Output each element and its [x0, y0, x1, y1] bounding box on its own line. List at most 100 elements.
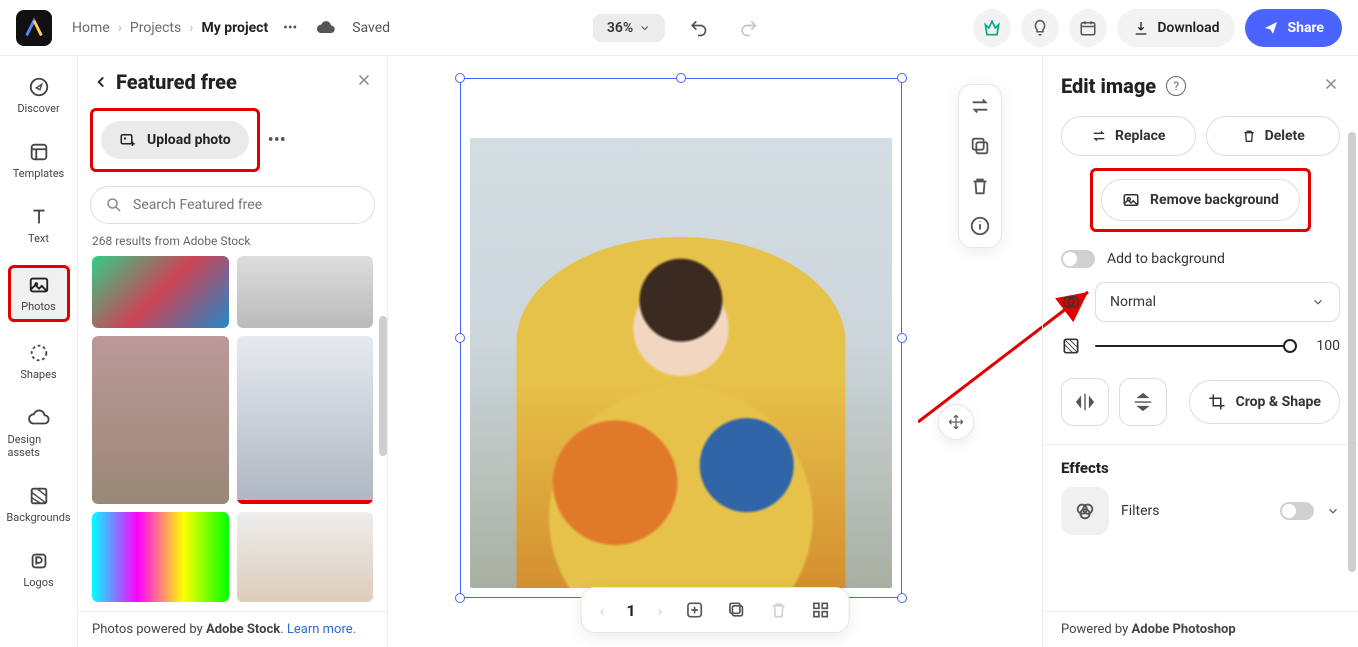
- duplicate-page-icon[interactable]: [726, 600, 746, 620]
- rail-label: Templates: [13, 167, 64, 180]
- flip-horizontal-button[interactable]: [1061, 378, 1109, 426]
- rail-label: Logos: [23, 576, 53, 589]
- zoom-value: 36%: [607, 20, 633, 36]
- topbar: Home › Projects › My project ••• Saved 3…: [0, 0, 1358, 56]
- more-icon[interactable]: •••: [276, 14, 304, 42]
- move-handle[interactable]: [938, 404, 974, 440]
- replace-button[interactable]: Replace: [1061, 116, 1196, 156]
- calendar-icon[interactable]: [1069, 9, 1107, 47]
- canvas[interactable]: ‹ 1 ›: [388, 56, 1042, 647]
- resize-handle[interactable]: [455, 593, 465, 603]
- edit-footer: Powered by Adobe Photoshop: [1043, 611, 1358, 647]
- breadcrumb-home[interactable]: Home: [72, 20, 110, 36]
- opacity-slider[interactable]: [1095, 345, 1290, 347]
- undo-button[interactable]: [683, 12, 715, 44]
- image-icon: [1122, 191, 1140, 209]
- left-rail: Discover Templates Text Photos Shapes De…: [0, 56, 78, 647]
- more-icon[interactable]: •••: [268, 130, 286, 151]
- scrollbar[interactable]: [379, 316, 387, 456]
- rail-label: Text: [28, 232, 49, 245]
- search-input[interactable]: [133, 197, 360, 213]
- delete-page-icon[interactable]: [768, 600, 788, 620]
- rail-design-assets[interactable]: Design assets: [8, 401, 70, 465]
- breadcrumb-current[interactable]: My project: [201, 20, 268, 36]
- grid-view-icon[interactable]: [810, 600, 830, 620]
- filters-icon[interactable]: [1061, 487, 1109, 535]
- rail-templates[interactable]: Templates: [8, 135, 70, 186]
- stock-thumb[interactable]: [237, 256, 374, 328]
- filters-toggle[interactable]: [1280, 502, 1314, 520]
- rail-discover[interactable]: Discover: [8, 70, 70, 121]
- cloud-saved-icon: [312, 14, 340, 42]
- zoom-select[interactable]: 36%: [593, 14, 665, 42]
- rail-text[interactable]: Text: [8, 200, 70, 251]
- resize-handle[interactable]: [897, 73, 907, 83]
- redo-button[interactable]: [733, 12, 765, 44]
- learn-more-link[interactable]: Learn more.: [287, 622, 356, 637]
- resize-handle[interactable]: [455, 333, 465, 343]
- chevron-right-icon: ›: [189, 20, 193, 36]
- close-icon[interactable]: [1322, 75, 1340, 97]
- remove-bg-annotation: Remove background: [1090, 168, 1311, 232]
- blend-mode-select[interactable]: Normal: [1095, 282, 1340, 322]
- selection-frame[interactable]: [460, 78, 902, 598]
- slider-knob[interactable]: [1283, 339, 1297, 353]
- duplicate-icon[interactable]: [969, 135, 991, 157]
- footer-text: Powered by: [1061, 622, 1132, 637]
- search-input-wrap[interactable]: [90, 186, 375, 224]
- rail-backgrounds[interactable]: Backgrounds: [8, 479, 70, 530]
- add-to-background-toggle[interactable]: [1061, 250, 1095, 268]
- resize-handle[interactable]: [897, 333, 907, 343]
- flip-vertical-button[interactable]: [1119, 378, 1167, 426]
- chevron-left-icon[interactable]: [92, 73, 110, 91]
- upload-photo-icon: [119, 131, 137, 149]
- page-number: 1: [626, 601, 635, 620]
- info-icon[interactable]: [969, 215, 991, 237]
- stock-thumb[interactable]: [92, 256, 229, 328]
- resize-handle[interactable]: [455, 73, 465, 83]
- rail-label: Discover: [17, 102, 59, 115]
- crop-label: Crop & Shape: [1236, 394, 1321, 410]
- chevron-down-icon[interactable]: [1326, 504, 1340, 518]
- premium-icon[interactable]: [973, 9, 1011, 47]
- download-icon: [1133, 20, 1149, 36]
- stock-thumb[interactable]: [237, 512, 374, 602]
- chevron-down-icon: [639, 22, 651, 34]
- chevron-down-icon: [1311, 295, 1325, 309]
- resize-handle[interactable]: [897, 593, 907, 603]
- add-page-icon[interactable]: [684, 600, 704, 620]
- artboard-image[interactable]: [470, 138, 892, 588]
- crop-shape-button[interactable]: Crop & Shape: [1189, 380, 1340, 424]
- stock-thumb[interactable]: [237, 336, 374, 504]
- download-label: Download: [1157, 20, 1219, 36]
- photo-grid: [78, 256, 387, 611]
- stock-thumb[interactable]: [92, 336, 229, 504]
- edit-body: Replace Delete Remove background Add to …: [1043, 106, 1358, 611]
- help-icon[interactable]: ?: [1166, 76, 1186, 96]
- upload-photo-button[interactable]: Upload photo: [101, 121, 249, 159]
- share-button[interactable]: Share: [1245, 9, 1342, 47]
- close-icon[interactable]: [355, 71, 373, 93]
- rail-label: Design assets: [8, 433, 70, 459]
- stock-thumb[interactable]: [92, 512, 229, 602]
- lightbulb-icon[interactable]: [1021, 9, 1059, 47]
- rail-shapes[interactable]: Shapes: [8, 336, 70, 387]
- context-toolbar: [958, 84, 1002, 248]
- rail-photos[interactable]: Photos: [8, 265, 70, 322]
- remove-background-button[interactable]: Remove background: [1101, 179, 1300, 221]
- breadcrumb-projects[interactable]: Projects: [130, 20, 181, 36]
- resize-handle[interactable]: [676, 73, 686, 83]
- prev-page-button[interactable]: ‹: [600, 601, 605, 620]
- scrollbar[interactable]: [1348, 132, 1356, 572]
- trash-icon[interactable]: [969, 175, 991, 197]
- rail-label: Shapes: [20, 368, 56, 381]
- swap-icon[interactable]: [969, 95, 991, 117]
- delete-button[interactable]: Delete: [1206, 116, 1341, 156]
- download-button[interactable]: Download: [1117, 9, 1235, 47]
- app-logo[interactable]: [16, 10, 52, 46]
- next-page-button[interactable]: ›: [658, 601, 663, 620]
- upload-label: Upload photo: [147, 132, 231, 148]
- rail-logos[interactable]: Logos: [8, 544, 70, 595]
- edit-title: Edit image: [1061, 74, 1156, 98]
- panel-title: Featured free: [116, 70, 237, 94]
